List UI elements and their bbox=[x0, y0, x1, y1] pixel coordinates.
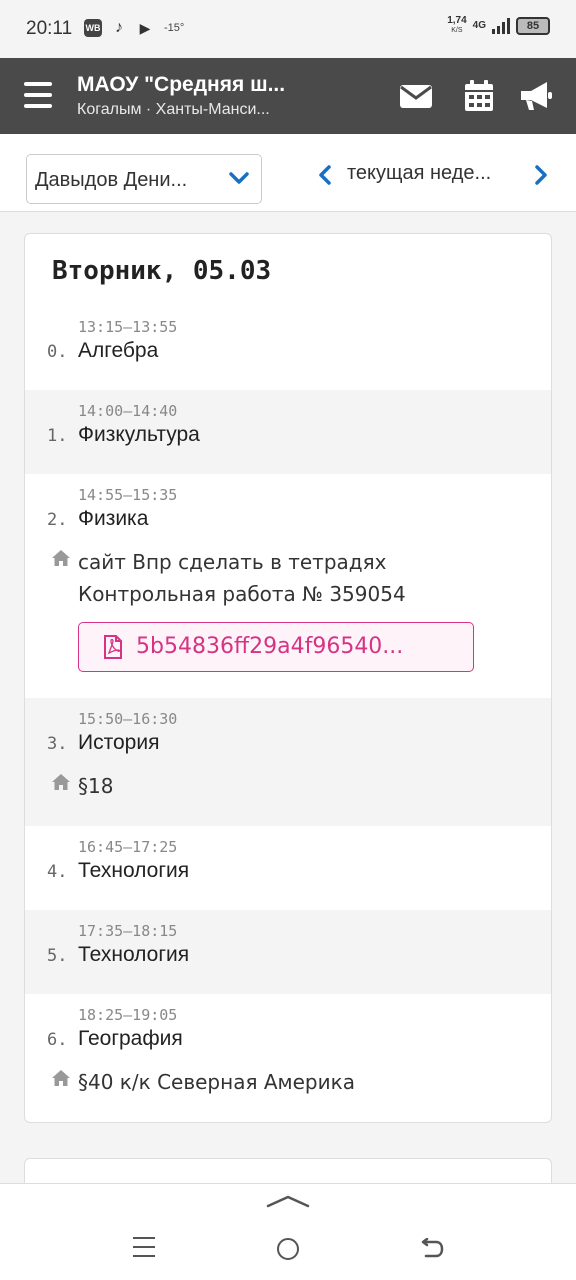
calendar-icon[interactable] bbox=[462, 80, 496, 112]
lesson-row[interactable]: 18:25–19:05 6. География §40 к/к Северна… bbox=[25, 994, 551, 1122]
home-icon bbox=[52, 550, 70, 566]
home-button-icon[interactable] bbox=[277, 1238, 299, 1260]
lesson-subject: Технология bbox=[78, 943, 190, 966]
lesson-row[interactable]: 16:45–17:25 4. Технология bbox=[25, 826, 551, 910]
student-select[interactable]: Давыдов Дени... bbox=[26, 154, 262, 204]
system-status: 1,74 K/S 4G 85 bbox=[447, 16, 550, 36]
lesson-subject: История bbox=[78, 731, 160, 754]
homework: §40 к/к Северная Америка bbox=[51, 1066, 531, 1098]
schedule-toolbar: Давыдов Дени... текущая неде... bbox=[0, 134, 576, 212]
lesson-number: 0. bbox=[47, 342, 68, 362]
homework-text: §40 к/к Северная Америка bbox=[78, 1070, 355, 1094]
lesson-number: 6. bbox=[47, 1030, 68, 1050]
lesson-subject: География bbox=[78, 1027, 183, 1050]
network-type: 4G bbox=[472, 20, 486, 31]
homework: §18 bbox=[51, 770, 531, 802]
weather-temperature: -15° bbox=[164, 22, 185, 34]
lesson-time: 14:00–14:40 bbox=[78, 402, 178, 420]
school-name: МАОУ "Средняя ш... bbox=[77, 73, 286, 96]
lesson-number: 1. bbox=[47, 426, 68, 446]
menu-icon[interactable] bbox=[24, 82, 52, 108]
attachment-filename: 5b54836ff29a4f96540... bbox=[136, 634, 404, 659]
lesson-row[interactable]: 17:35–18:15 5. Технология bbox=[25, 910, 551, 994]
homework: сайт Впр сделать в тетрадях Контрольная … bbox=[51, 546, 531, 610]
lesson-row[interactable]: 15:50–16:30 3. История §18 bbox=[25, 698, 551, 826]
lesson-time: 13:15–13:55 bbox=[78, 318, 178, 336]
lesson-time: 18:25–19:05 bbox=[78, 1006, 178, 1024]
lesson-row[interactable]: 14:55–15:35 2. Физика сайт Впр сделать в… bbox=[25, 474, 551, 698]
pdf-file-icon bbox=[104, 635, 122, 659]
home-icon bbox=[52, 1070, 70, 1086]
lesson-subject: Технология bbox=[78, 859, 190, 882]
lesson-row[interactable]: 14:00–14:40 1. Физкультура bbox=[25, 390, 551, 474]
attachment-button[interactable]: 5b54836ff29a4f96540... bbox=[78, 622, 474, 672]
lesson-time: 17:35–18:15 bbox=[78, 922, 178, 940]
lesson-row[interactable]: 13:15–13:55 0. Алгебра bbox=[25, 306, 551, 390]
mail-icon[interactable] bbox=[399, 80, 433, 112]
signal-icon bbox=[492, 18, 510, 34]
app-bar: МАОУ "Средняя ш... Когалым · Ханты-Манси… bbox=[0, 58, 576, 134]
recent-apps-icon[interactable] bbox=[133, 1237, 155, 1259]
battery-icon: 85 bbox=[516, 17, 550, 35]
chevron-down-icon bbox=[229, 172, 249, 184]
lesson-time: 14:55–15:35 bbox=[78, 486, 178, 504]
lesson-subject: Физика bbox=[78, 507, 149, 530]
lesson-number: 2. bbox=[47, 510, 68, 530]
chevron-left-icon[interactable] bbox=[318, 164, 332, 186]
lesson-subject: Алгебра bbox=[78, 339, 159, 362]
homework-text: сайт Впр сделать в тетрадях Контрольная … bbox=[78, 550, 406, 606]
lesson-number: 4. bbox=[47, 862, 68, 882]
notification-icons: WB ♪ ▶ -15° bbox=[84, 19, 184, 37]
chevron-right-icon[interactable] bbox=[534, 164, 548, 186]
wb-app-icon: WB bbox=[84, 19, 102, 37]
lesson-subject: Физкультура bbox=[78, 423, 200, 446]
week-navigator: текущая неде... bbox=[318, 162, 554, 192]
lesson-number: 3. bbox=[47, 734, 68, 754]
lesson-time: 15:50–16:30 bbox=[78, 710, 178, 728]
day-card: Вторник, 05.03 13:15–13:55 0. Алгебра 14… bbox=[24, 233, 552, 1123]
student-select-value: Давыдов Дени... bbox=[35, 169, 188, 191]
network-speed: 1,74 K/S bbox=[447, 16, 466, 36]
status-time: 20:11 bbox=[26, 18, 73, 39]
tiktok-icon: ♪ bbox=[115, 19, 123, 36]
lesson-number: 5. bbox=[47, 946, 68, 966]
week-label[interactable]: текущая неде... bbox=[347, 162, 491, 185]
network-speed-unit: K/S bbox=[451, 27, 463, 34]
megaphone-icon[interactable] bbox=[519, 80, 553, 112]
day-title: Вторник, 05.03 bbox=[52, 256, 272, 286]
system-navigation-bar bbox=[0, 1183, 576, 1280]
homework-text: §18 bbox=[78, 774, 114, 798]
status-bar: 20:11 WB ♪ ▶ -15° 1,74 K/S 4G 85 bbox=[0, 0, 576, 58]
back-icon[interactable] bbox=[420, 1238, 444, 1260]
home-icon bbox=[52, 774, 70, 790]
school-location: Когалым · Ханты-Манси... bbox=[77, 101, 270, 118]
chevron-up-icon[interactable] bbox=[266, 1194, 310, 1208]
youtube-icon: ▶ bbox=[139, 19, 151, 36]
network-speed-value: 1,74 bbox=[447, 15, 467, 26]
lesson-time: 16:45–17:25 bbox=[78, 838, 178, 856]
